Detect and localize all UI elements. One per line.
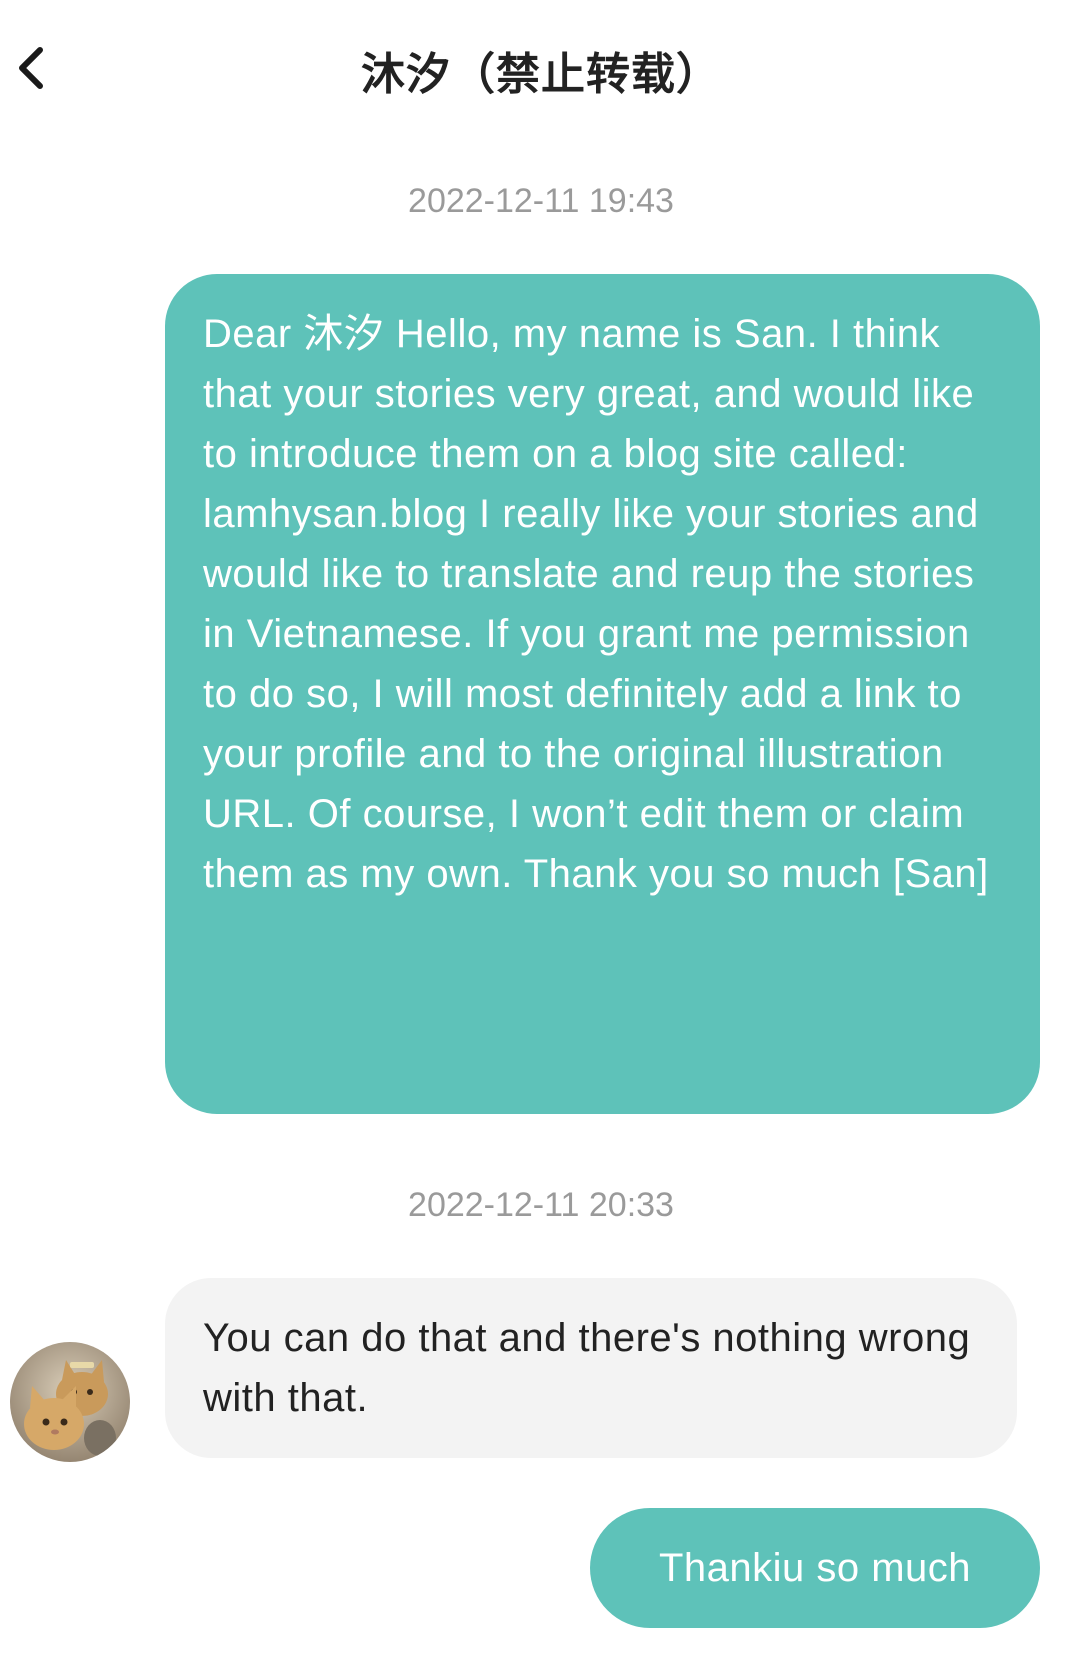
- outgoing-message-bubble[interactable]: Dear 沐汐 Hello, my name is San. I think t…: [165, 274, 1040, 1114]
- contact-avatar[interactable]: [10, 1342, 130, 1462]
- outgoing-message-bubble[interactable]: Thankiu so much: [590, 1508, 1040, 1628]
- chat-title: 沐汐（禁止转载）: [361, 50, 721, 99]
- cat-avatar-icon: [10, 1342, 130, 1462]
- message-timestamp: 2022-12-11 19:43: [408, 182, 674, 220]
- chat-header: 沐汐（禁止转载）: [0, 0, 1082, 140]
- incoming-message-bubble[interactable]: You can do that and there's nothing wron…: [165, 1278, 1017, 1458]
- message-timestamp: 2022-12-11 20:33: [408, 1186, 674, 1224]
